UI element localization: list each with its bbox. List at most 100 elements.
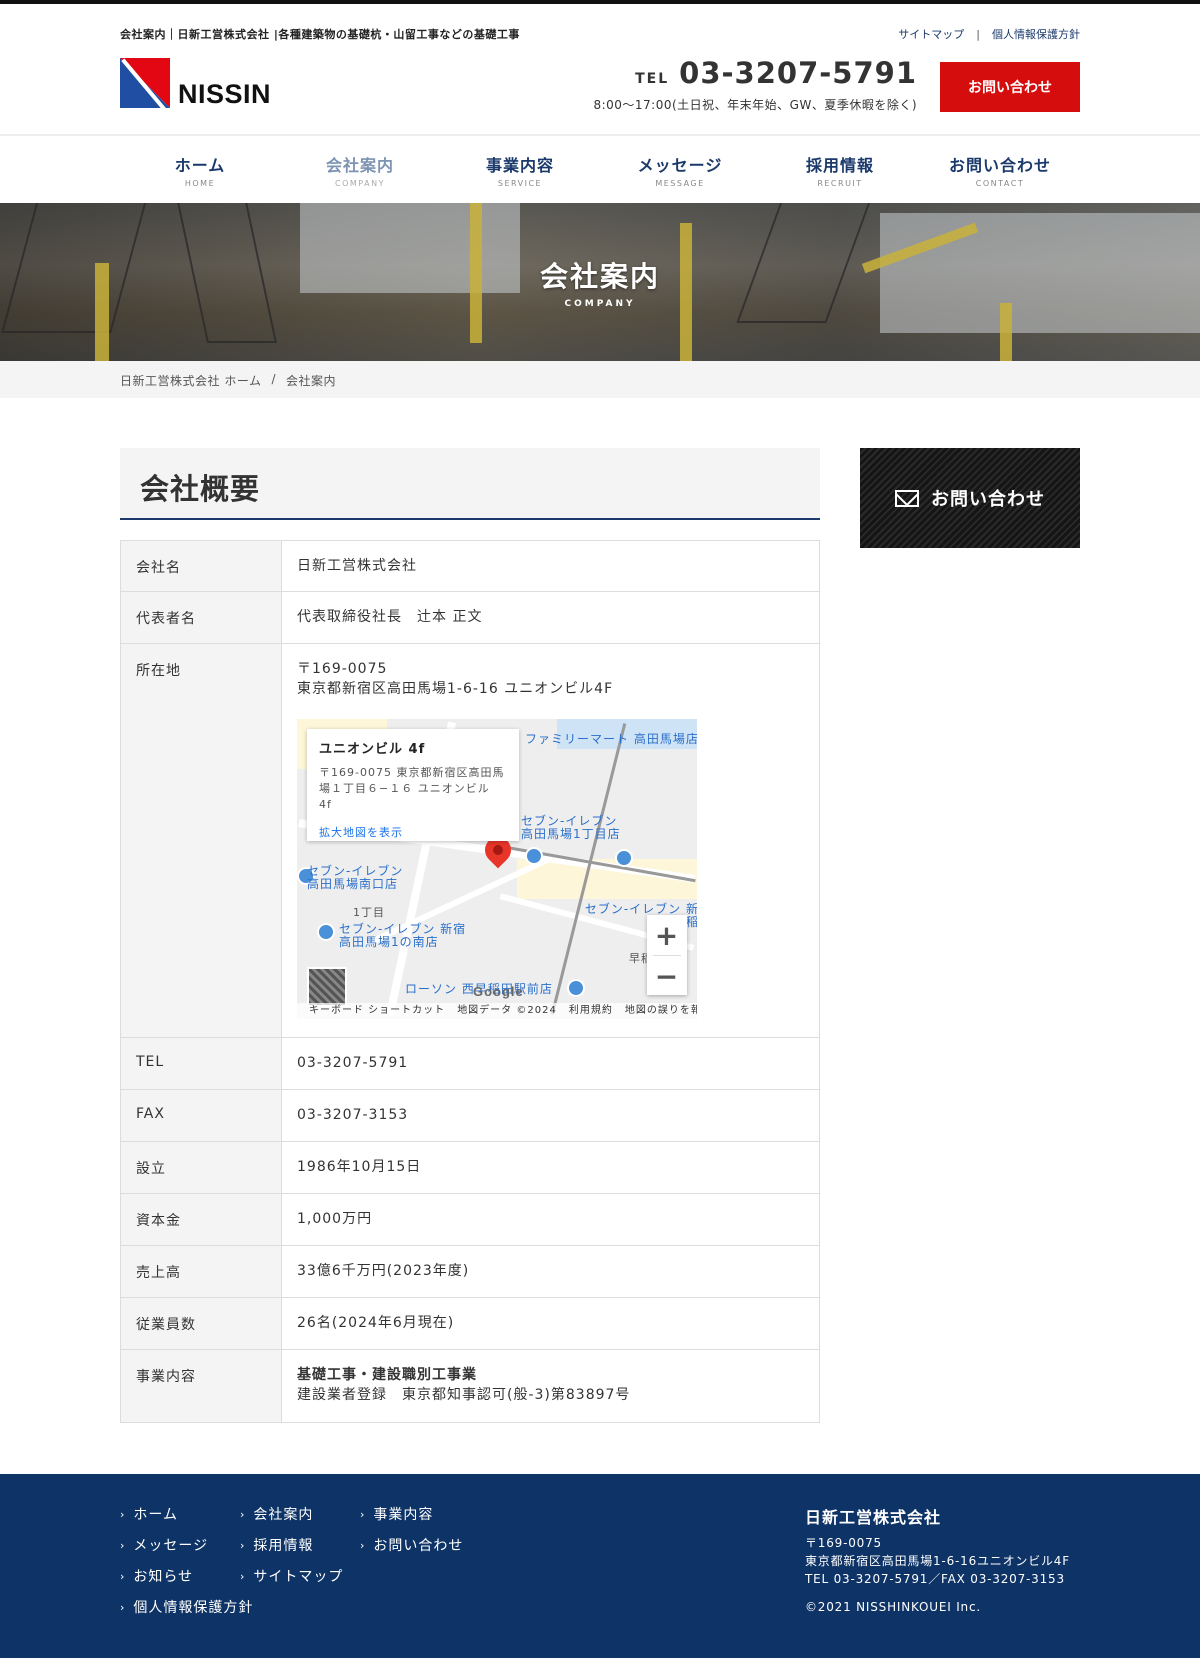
footer-link-label: サイトマップ — [253, 1569, 344, 1585]
map-data-credit: 地図データ ©2024 — [457, 1005, 557, 1017]
row-label: 所在地 — [121, 644, 282, 1037]
nav-label: 会社案内 — [325, 156, 394, 175]
nav-sublabel: RECRUIT — [817, 179, 863, 188]
table-row: 事業内容 基礎工事・建設職別工事業 建設業者登録 東京都知事認可(般-3)第83… — [120, 1350, 820, 1423]
map-poi-label: セブン-イレブン 新宿 高田馬場1の南店 — [339, 922, 467, 950]
nav-sublabel: CONTACT — [975, 179, 1025, 188]
map-attribution: キーボード ショートカット 地図データ ©2024 利用規約 地図の誤りを報告す… — [297, 1003, 697, 1020]
footer-link-label: ホーム — [133, 1507, 178, 1523]
business-cell: 基礎工事・建設職別工事業 建設業者登録 東京都知事認可(般-3)第83897号 — [282, 1350, 819, 1422]
footer-link-recruit[interactable]: › 採用情報 — [240, 1535, 360, 1555]
sitemap-link[interactable]: サイトマップ — [898, 26, 964, 42]
footer-link-label: 採用情報 — [253, 1538, 314, 1554]
footer-link-contact[interactable]: › お問い合わせ — [360, 1535, 480, 1555]
map-satellite-toggle[interactable] — [307, 967, 347, 1008]
nav-label: 採用情報 — [805, 156, 874, 175]
nav-contact[interactable]: お問い合わせ CONTACT — [920, 138, 1080, 202]
business-hours: 8:00〜17:00(土日祝、年末年始、GW、夏季休暇を除く) — [593, 98, 917, 112]
footer-telfax: TEL 03-3207-5791／FAX 03-3207-3153 — [805, 1572, 1065, 1586]
zoom-out-button[interactable]: − — [647, 956, 687, 996]
map-info-window: ユニオンビル 4f 〒169-0075 東京都新宿区高田馬場１丁目６−１６ ユニ… — [307, 729, 519, 842]
footer-link-home[interactable]: › ホーム — [120, 1504, 240, 1524]
report-error-link[interactable]: 地図の誤りを報告する — [625, 1004, 697, 1018]
footer-link-label: お問い合わせ — [373, 1538, 464, 1554]
row-value: 日新工営株式会社 — [297, 558, 417, 574]
footer-link-label: 事業内容 — [373, 1507, 434, 1523]
table-row: 売上高 33億6千万円(2023年度) — [120, 1246, 820, 1298]
row-label: 会社名 — [121, 541, 282, 591]
row-label: TEL — [121, 1038, 282, 1089]
address-cell: 〒169-0075 東京都新宿区高田馬場1-6-16 ユニオンビル4F ファミリ… — [282, 644, 819, 1037]
keyboard-shortcuts-link[interactable]: キーボード ショートカット — [309, 1004, 445, 1018]
table-row: 設立 1986年10月15日 — [120, 1142, 820, 1194]
copyright: ©2021 NISSHINKOUEI Inc. — [805, 1600, 981, 1614]
nav-label: メッセージ — [637, 156, 723, 175]
map-poi-label: ファミリーマート 高田馬場店 — [525, 732, 697, 747]
map-enlarge-link[interactable]: 拡大地図を表示 — [319, 825, 507, 840]
table-row: TEL 03-3207-5791 — [120, 1038, 820, 1090]
table-row: 会社名 日新工営株式会社 — [120, 540, 820, 592]
footer-link-news[interactable]: › お知らせ — [120, 1566, 240, 1586]
site-tagline: 会社案内｜日新工営株式会社 |各種建築物の基礎杭・山留工事などの基礎工事 — [120, 28, 520, 41]
row-label: 事業内容 — [121, 1350, 282, 1422]
embedded-map[interactable]: ファミリーマート 高田馬場店 セブン-イレブン 高田馬場1丁目店 セブン-イレブ… — [297, 719, 697, 1020]
row-value: 26名(2024年6月現在) — [297, 1315, 455, 1331]
breadcrumb-current: 会社案内 — [286, 374, 337, 388]
zoom-in-button[interactable]: + — [647, 915, 687, 955]
site-logo[interactable]: NISSIN — [120, 58, 271, 108]
google-logo: Google — [473, 984, 524, 1000]
page-title: 会社案内 — [539, 260, 660, 293]
footer-link-label: メッセージ — [133, 1538, 209, 1554]
chevron-right-icon: › — [360, 1507, 366, 1521]
table-row: 所在地 〒169-0075 東京都新宿区高田馬場1-6-16 ユニオンビル4F … — [120, 644, 820, 1038]
footer-link-message[interactable]: › メッセージ — [120, 1535, 240, 1555]
logo-text: NISSIN — [178, 79, 272, 109]
postal-code: 〒169-0075 — [297, 661, 388, 677]
header-contact-button[interactable]: お問い合わせ — [940, 62, 1080, 112]
header-tel[interactable]: TEL 03-3207-5791 — [635, 56, 917, 90]
chevron-right-icon: › — [240, 1569, 246, 1583]
row-value: 1,000万円 — [297, 1211, 373, 1227]
tel-number: 03-3207-5791 — [679, 56, 917, 90]
sidebar-contact-button[interactable]: お問い合わせ — [860, 448, 1080, 548]
utility-links: サイトマップ | 個人情報保護方針 — [898, 26, 1080, 42]
footer-link-service[interactable]: › 事業内容 — [360, 1504, 480, 1524]
breadcrumb-home[interactable]: 日新工営株式会社 ホーム — [120, 372, 261, 389]
footer-nav: › ホーム › 会社案内 › 事業内容 › メッセージ › 採用情報 › お問い合わせ › お… — [120, 1504, 480, 1617]
nav-service[interactable]: 事業内容 SERVICE — [440, 138, 600, 202]
map-area-label: 1丁目 — [353, 906, 385, 920]
chevron-right-icon: › — [120, 1600, 126, 1614]
map-zoom-control: + − — [647, 915, 687, 996]
site-footer: › ホーム › 会社案内 › 事業内容 › メッセージ › 採用情報 › お問い合わせ › お… — [0, 1474, 1200, 1658]
footer-link-privacy[interactable]: › 個人情報保護方針 — [120, 1597, 480, 1617]
nav-company[interactable]: 会社案内 COMPANY — [280, 138, 440, 202]
privacy-link[interactable]: 個人情報保護方針 — [992, 26, 1080, 42]
nav-home[interactable]: ホーム HOME — [120, 138, 280, 202]
chevron-right-icon: › — [120, 1569, 126, 1583]
nav-label: ホーム — [174, 156, 226, 175]
nav-sublabel: COMPANY — [335, 179, 385, 188]
table-row: FAX 03-3207-3153 — [120, 1090, 820, 1142]
mail-icon — [895, 489, 919, 507]
row-value: 代表取締役社長 辻本 正文 — [297, 609, 483, 625]
global-nav: ホーム HOME 会社案内 COMPANY 事業内容 SERVICE メッセージ… — [120, 138, 1080, 202]
nav-label: 事業内容 — [485, 156, 554, 175]
chevron-right-icon: › — [120, 1538, 126, 1552]
footer-link-company[interactable]: › 会社案内 — [240, 1504, 360, 1524]
footer-link-sitemap[interactable]: › サイトマップ — [240, 1566, 360, 1586]
map-place-name: ユニオンビル 4f — [319, 742, 426, 758]
chevron-right-icon: › — [120, 1507, 126, 1521]
map-poi-icon[interactable] — [317, 923, 335, 942]
terms-link[interactable]: 利用規約 — [569, 1004, 613, 1018]
table-row: 代表者名 代表取締役社長 辻本 正文 — [120, 592, 820, 644]
logo-mark-icon — [120, 58, 170, 108]
nav-message[interactable]: メッセージ MESSAGE — [600, 138, 760, 202]
footer-link-label: 会社案内 — [253, 1507, 314, 1523]
chevron-right-icon: › — [360, 1538, 366, 1552]
row-value: 03-3207-3153 — [297, 1107, 409, 1123]
breadcrumb: 日新工営株式会社 ホーム / 会社案内 — [0, 361, 1200, 398]
nav-recruit[interactable]: 採用情報 RECRUIT — [760, 138, 920, 202]
nav-sublabel: HOME — [184, 179, 216, 188]
row-label: 資本金 — [121, 1194, 282, 1245]
map-poi-icon[interactable] — [567, 979, 585, 998]
